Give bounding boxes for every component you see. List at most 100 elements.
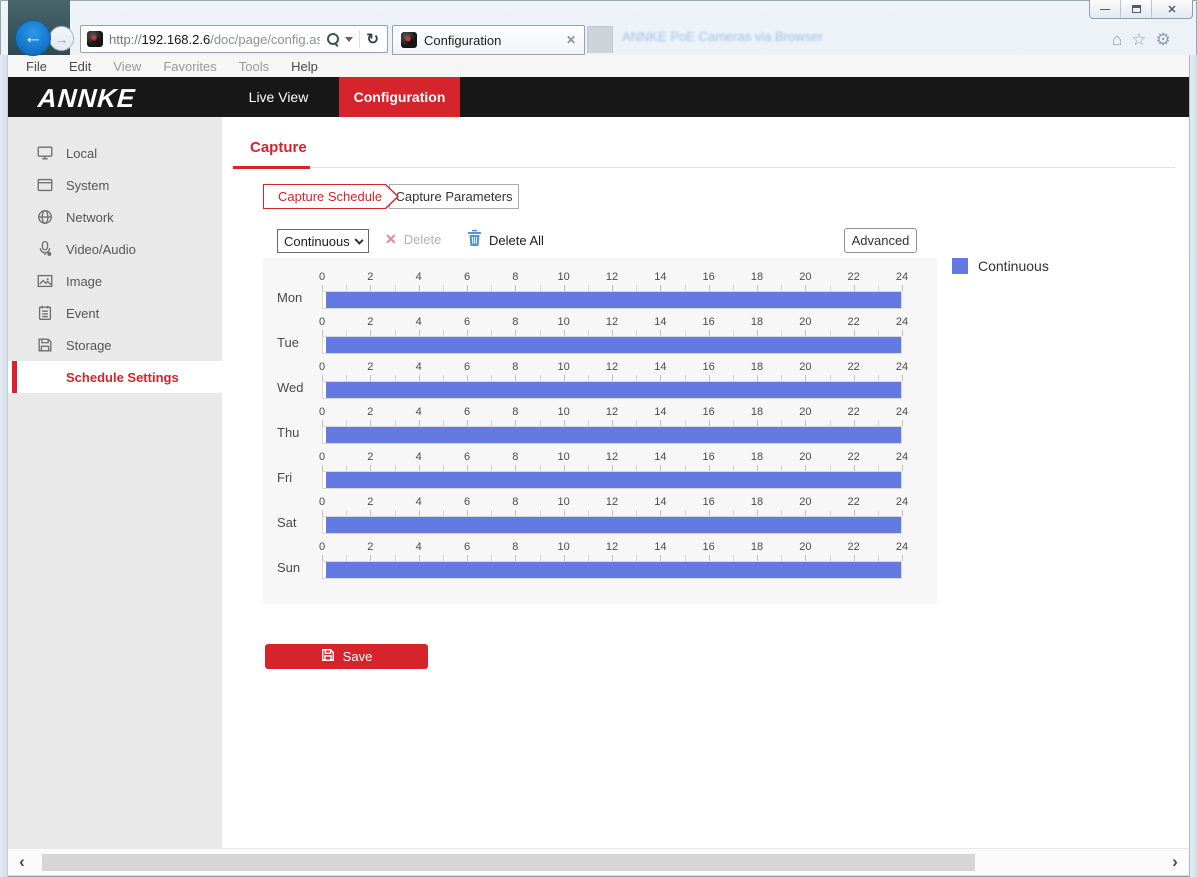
tick-label: 24	[896, 406, 908, 418]
tick-label: 20	[799, 451, 811, 463]
schedule-type-select[interactable]: Continuous	[277, 229, 369, 253]
schedule-row: Thu024681012141618202224	[277, 406, 922, 451]
browser-window: ← → http://192.168.2.6/doc/page/config.a…	[0, 0, 1197, 877]
tab-close-icon[interactable]: ✕	[566, 33, 576, 47]
tick-label: 6	[464, 271, 470, 283]
microphone-icon	[36, 240, 54, 258]
window-icon	[36, 176, 54, 194]
schedule-bar-continuous[interactable]	[326, 517, 901, 533]
app-header: ANNKE Live View Configuration	[8, 77, 1189, 117]
time-ruler: 024681012141618202224	[322, 496, 902, 509]
tick-label: 6	[464, 316, 470, 328]
tick-label: 2	[367, 496, 373, 508]
sidebar-item-image[interactable]: Image	[8, 265, 222, 297]
tick-label: 20	[799, 361, 811, 373]
menu-item-view[interactable]: View	[113, 59, 141, 74]
schedule-bar-continuous[interactable]	[326, 382, 901, 398]
refresh-icon[interactable]: ↻	[366, 30, 381, 48]
nav-tab-configuration[interactable]: Configuration	[339, 77, 460, 117]
schedule-track[interactable]	[322, 336, 902, 354]
menu-item-favorites[interactable]: Favorites	[163, 59, 216, 74]
tab-capture-schedule[interactable]: Capture Schedule	[263, 184, 399, 209]
chevron-down-icon[interactable]	[345, 37, 353, 42]
home-icon[interactable]: ⌂	[1112, 30, 1122, 50]
tick-label: 8	[512, 451, 518, 463]
menu-item-tools[interactable]: Tools	[239, 59, 269, 74]
tick-label: 14	[654, 316, 666, 328]
tick-label: 6	[464, 361, 470, 373]
save-icon	[321, 648, 335, 665]
tab-capture-parameters[interactable]: Capture Parameters	[389, 184, 519, 209]
delete-all-label: Delete All	[489, 233, 544, 248]
divider	[232, 167, 1175, 168]
tick-label: 8	[512, 496, 518, 508]
day-label: Wed	[277, 380, 322, 395]
address-bar[interactable]: http://192.168.2.6/doc/page/config.asp ↻	[80, 25, 388, 53]
schedule-bar-continuous[interactable]	[326, 292, 901, 308]
save-button[interactable]: Save	[265, 644, 428, 669]
globe-icon	[36, 208, 54, 226]
tick-label: 14	[654, 451, 666, 463]
time-ruler: 024681012141618202224	[322, 361, 902, 374]
tick-label: 16	[703, 406, 715, 418]
delete-all-button[interactable]: Delete All	[467, 229, 544, 251]
schedule-track[interactable]	[322, 516, 902, 534]
schedule-bar-continuous[interactable]	[326, 562, 901, 578]
minimize-button[interactable]: —	[1090, 0, 1121, 18]
schedule-track[interactable]	[322, 291, 902, 309]
tick-label: 22	[848, 451, 860, 463]
tick-label: 12	[606, 451, 618, 463]
browser-tab-configuration[interactable]: Configuration ✕	[392, 25, 585, 55]
sidebar-item-event[interactable]: Event	[8, 297, 222, 329]
tick-label: 10	[558, 406, 570, 418]
tick-mark	[902, 510, 903, 516]
tick-mark	[902, 465, 903, 471]
scroll-right-button[interactable]: ›	[1165, 852, 1185, 872]
scroll-thumb[interactable]	[42, 854, 975, 871]
sidebar-item-system[interactable]: System	[8, 169, 222, 201]
back-button[interactable]: ←	[15, 20, 51, 56]
new-tab-button[interactable]	[587, 26, 613, 53]
favorites-star-icon[interactable]: ☆	[1131, 30, 1146, 50]
scroll-left-button[interactable]: ‹	[12, 852, 32, 872]
h-scrollbar[interactable]: ‹ ›	[8, 848, 1189, 875]
schedule-track[interactable]	[322, 471, 902, 489]
sidebar-item-storage[interactable]: Storage	[8, 329, 222, 361]
tick-label: 2	[367, 271, 373, 283]
tick-label: 16	[703, 361, 715, 373]
tick-label: 12	[606, 541, 618, 553]
nav-tab-live-view[interactable]: Live View	[226, 77, 331, 117]
tick-label: 2	[367, 316, 373, 328]
time-ruler: 024681012141618202224	[322, 406, 902, 419]
background-window-ghost-text: ANNKE PoE Cameras via Browser	[622, 29, 1022, 44]
sidebar-item-video-audio[interactable]: Video/Audio	[8, 233, 222, 265]
schedule-track[interactable]	[322, 381, 902, 399]
schedule-bar-continuous[interactable]	[326, 472, 901, 488]
menu-item-file[interactable]: File	[26, 59, 47, 74]
sidebar-item-schedule-settings[interactable]: Schedule Settings	[8, 361, 222, 393]
settings-gear-icon[interactable]: ⚙	[1156, 30, 1171, 50]
forward-button[interactable]: →	[49, 26, 74, 51]
tick-label: 20	[799, 496, 811, 508]
sidebar-item-network[interactable]: Network	[8, 201, 222, 233]
maximize-button[interactable]	[1121, 0, 1152, 18]
schedule-bar-continuous[interactable]	[326, 337, 901, 353]
tab-capture-parameters-label: Capture Parameters	[395, 189, 512, 204]
tick-label: 24	[896, 361, 908, 373]
tick-label: 18	[751, 541, 763, 553]
search-icon[interactable]	[326, 33, 339, 46]
schedule-rows: Mon024681012141618202224Tue0246810121416…	[277, 271, 937, 586]
delete-button[interactable]: ✕ Delete	[385, 231, 441, 248]
schedule-panel: Mon024681012141618202224Tue0246810121416…	[263, 258, 937, 604]
close-button[interactable]: ✕	[1152, 0, 1192, 18]
advanced-button[interactable]: Advanced	[844, 228, 917, 253]
sidebar-item-label: Video/Audio	[66, 242, 136, 257]
schedule-track[interactable]	[322, 426, 902, 444]
schedule-track[interactable]	[322, 561, 902, 579]
schedule-bar-continuous[interactable]	[326, 427, 901, 443]
tick-label: 8	[512, 361, 518, 373]
sidebar-item-local[interactable]: Local	[8, 137, 222, 169]
tick-label: 12	[606, 361, 618, 373]
menu-item-help[interactable]: Help	[291, 59, 318, 74]
menu-item-edit[interactable]: Edit	[69, 59, 91, 74]
